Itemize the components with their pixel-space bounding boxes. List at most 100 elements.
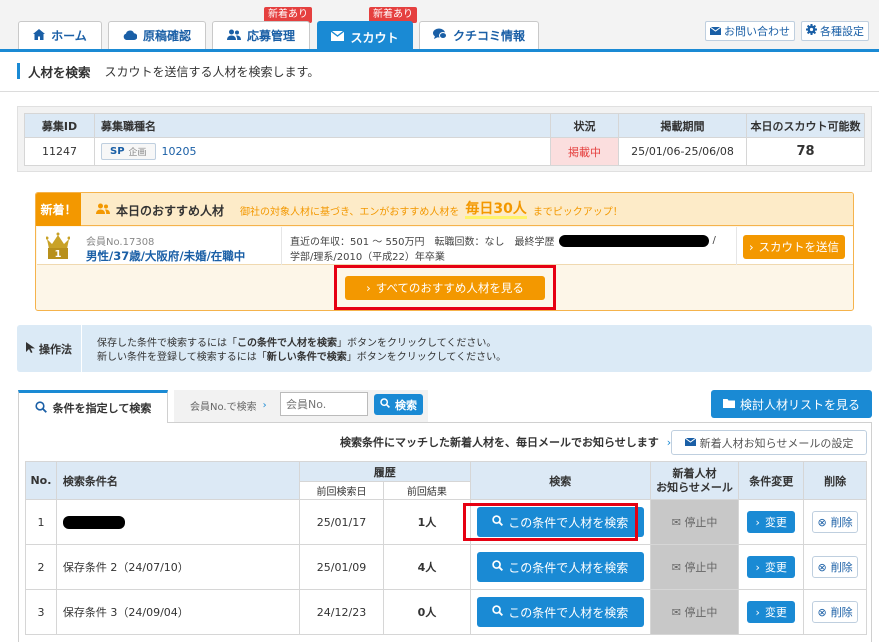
search-by-condition-button[interactable]: この条件で人材を検索 <box>476 597 644 627</box>
change-button[interactable]: › 変更 <box>747 511 796 533</box>
job-table-panel: 募集ID 募集職種名 状況 掲載期間 本日のスカウト可能数 11247 SP 企… <box>17 106 872 172</box>
col-no: No. <box>25 461 57 500</box>
close-circle-icon: ⊗ <box>817 515 827 529</box>
recommend-title: 本日のおすすめ人材 <box>116 203 225 218</box>
recommend-desc-pre: 御社の対象人材に基づき、エンがおすすめ人材を <box>240 206 460 218</box>
howto-line2-c: 」ボタンをクリックしてください。 <box>346 352 507 363</box>
row-delete-cell: ⊗ 削除 <box>803 544 867 590</box>
candidate-salary-education: 直近の年収：501 ～ 550万円 転職回数：なし 最終学歴 <box>290 237 555 248</box>
close-circle-icon: ⊗ <box>817 605 827 619</box>
tab-applications-label: 応募管理 <box>246 29 295 43</box>
tab-applications[interactable]: 応募管理 <box>212 21 310 49</box>
member-search-button-label: 検索 <box>395 398 417 412</box>
col-condition-name: 検索条件名 <box>55 461 300 500</box>
howto-panel: 操作法 保存した条件で検索するには「この条件で人材を検索」ボタンをクリックしてく… <box>17 325 872 372</box>
howto-line2-a: 新しい条件を登録して検索するには「 <box>97 352 267 363</box>
tab-draft-check-label: 原稿確認 <box>142 29 191 43</box>
change-label: 変更 <box>764 516 787 529</box>
job-status: 掲載中 <box>550 137 619 166</box>
plan-tag: 企画 <box>128 148 147 158</box>
scout-count: 78 <box>746 137 865 166</box>
tab-reviews-label: クチコミ情報 <box>452 29 525 43</box>
tab-scout[interactable]: スカウト <box>317 21 413 52</box>
mail-icon <box>684 436 696 449</box>
row-result: 4人 <box>383 544 471 590</box>
search-icon <box>492 560 504 574</box>
change-label: 変更 <box>764 561 787 574</box>
tab-draft-check[interactable]: 原稿確認 <box>108 21 206 49</box>
row-mail: ✉ 停止中 <box>649 544 740 590</box>
job-name-link[interactable]: 10205 <box>162 145 197 158</box>
row-date: 24/12/23 <box>298 589 385 635</box>
row-result: 1人 <box>383 499 471 545</box>
member-no-input[interactable] <box>280 392 368 416</box>
redacted-school <box>558 234 709 247</box>
col-status: 状況 <box>550 113 619 138</box>
review-list-label: 検討人材リストを見る <box>739 397 860 412</box>
col-change: 条件変更 <box>738 461 805 500</box>
row-date: 25/01/09 <box>298 544 385 590</box>
delete-label: 削除 <box>830 516 853 529</box>
member-search-button[interactable]: 検索 <box>374 394 423 415</box>
change-button[interactable]: › 変更 <box>747 556 796 578</box>
member-search-text: 会員No.で検索 <box>190 402 257 413</box>
col-scout-count: 本日のスカウト可能数 <box>746 113 865 138</box>
row-delete-cell: ⊗ 削除 <box>803 589 867 635</box>
users-icon <box>96 203 110 217</box>
mail-status: 停止中 <box>684 606 718 619</box>
tab-home[interactable]: ホーム <box>18 21 102 49</box>
conditions-table: No. 検索条件名 履歴 検索 新着人材 お知らせメール 条件変更 削除 前回検… <box>25 461 867 635</box>
sp-tag: SP <box>110 146 125 157</box>
tab-condition-search[interactable]: 条件を指定して検索 <box>18 390 168 423</box>
page-description: スカウトを送信する人材を検索します。 <box>104 64 320 79</box>
page-title: 人材を検索 <box>28 64 91 80</box>
mail-notice: 検索条件にマッチした新着人材を、毎日メールでお知らせします › <box>340 434 671 450</box>
delete-button[interactable]: ⊗ 削除 <box>812 556 859 578</box>
howto-line2: 新しい条件を登録して検索するには「新しい条件で検索」ボタンをクリックしてください… <box>97 348 506 363</box>
howto-line1: 保存した条件で検索するには「この条件で人材を検索」ボタンをクリックしてください。 <box>97 334 496 349</box>
mail-notice-settings-button[interactable]: 新着人材お知らせメールの設定 <box>671 430 867 455</box>
mail-icon: ✉ <box>671 561 681 574</box>
close-circle-icon: ⊗ <box>817 560 827 574</box>
job-id: 11247 <box>24 137 95 166</box>
delete-button[interactable]: ⊗ 削除 <box>812 511 859 533</box>
send-scout-button[interactable]: › スカウトを送信 <box>743 235 845 259</box>
table-row: 2 保存条件 2（24/07/10） 25/01/09 4人 この条件で人材を検… <box>25 544 867 590</box>
send-scout-label: スカウトを送信 <box>758 240 840 254</box>
candidate-line1: 直近の年収：501 ～ 550万円 転職回数：なし 最終学歴 / <box>290 233 716 248</box>
job-period: 25/01/06-25/06/08 <box>618 137 747 166</box>
highlight-box-search-button <box>463 503 638 541</box>
table-row: 3 保存条件 3（24/09/04） 24/12/23 0人 この条件で人材を検… <box>25 589 867 635</box>
col-history: 履歴 <box>298 461 471 482</box>
cursor-icon <box>26 341 35 356</box>
review-list-button[interactable]: 検討人材リストを見る <box>711 390 872 418</box>
change-label: 変更 <box>764 606 787 619</box>
tab-reviews[interactable]: クチコミ情報 <box>419 21 539 49</box>
mail-icon <box>331 30 345 44</box>
chevron-right-icon: › <box>755 605 760 619</box>
change-button[interactable]: › 変更 <box>747 601 796 623</box>
row-no: 1 <box>25 499 57 545</box>
search-by-condition-button[interactable]: この条件で人材を検索 <box>476 552 644 582</box>
redacted-condition-name <box>62 515 125 529</box>
row-no: 3 <box>25 589 57 635</box>
search-icon <box>35 400 47 416</box>
col-job-id: 募集ID <box>24 113 95 138</box>
howto-label: 操作法 <box>39 342 72 356</box>
candidate-profile-link[interactable]: 男性/37歳/大阪府/未婚/在職中 <box>86 248 245 264</box>
chevron-right-icon: › <box>755 515 760 529</box>
col-mail: 新着人材 お知らせメール <box>649 461 740 500</box>
mail-icon <box>709 25 722 38</box>
recommend-title-row: 本日のおすすめ人材 御社の対象人材に基づき、エンがおすすめ人材を 毎日30人 ま… <box>96 202 623 219</box>
col-last-date: 前回検索日 <box>298 481 385 500</box>
candidate-divider-2 <box>736 227 737 265</box>
mail-icon: ✉ <box>671 606 681 619</box>
chat-icon <box>432 28 447 43</box>
contact-button[interactable]: お問い合わせ <box>705 21 795 41</box>
row-search-cell: この条件で人材を検索 <box>469 544 651 590</box>
delete-button[interactable]: ⊗ 削除 <box>812 601 859 623</box>
settings-button[interactable]: 各種設定 <box>801 21 869 41</box>
col-last-result: 前回結果 <box>383 481 471 500</box>
highlight-box-recommend <box>334 265 556 310</box>
row-name: 保存条件 3（24/09/04） <box>55 589 300 635</box>
